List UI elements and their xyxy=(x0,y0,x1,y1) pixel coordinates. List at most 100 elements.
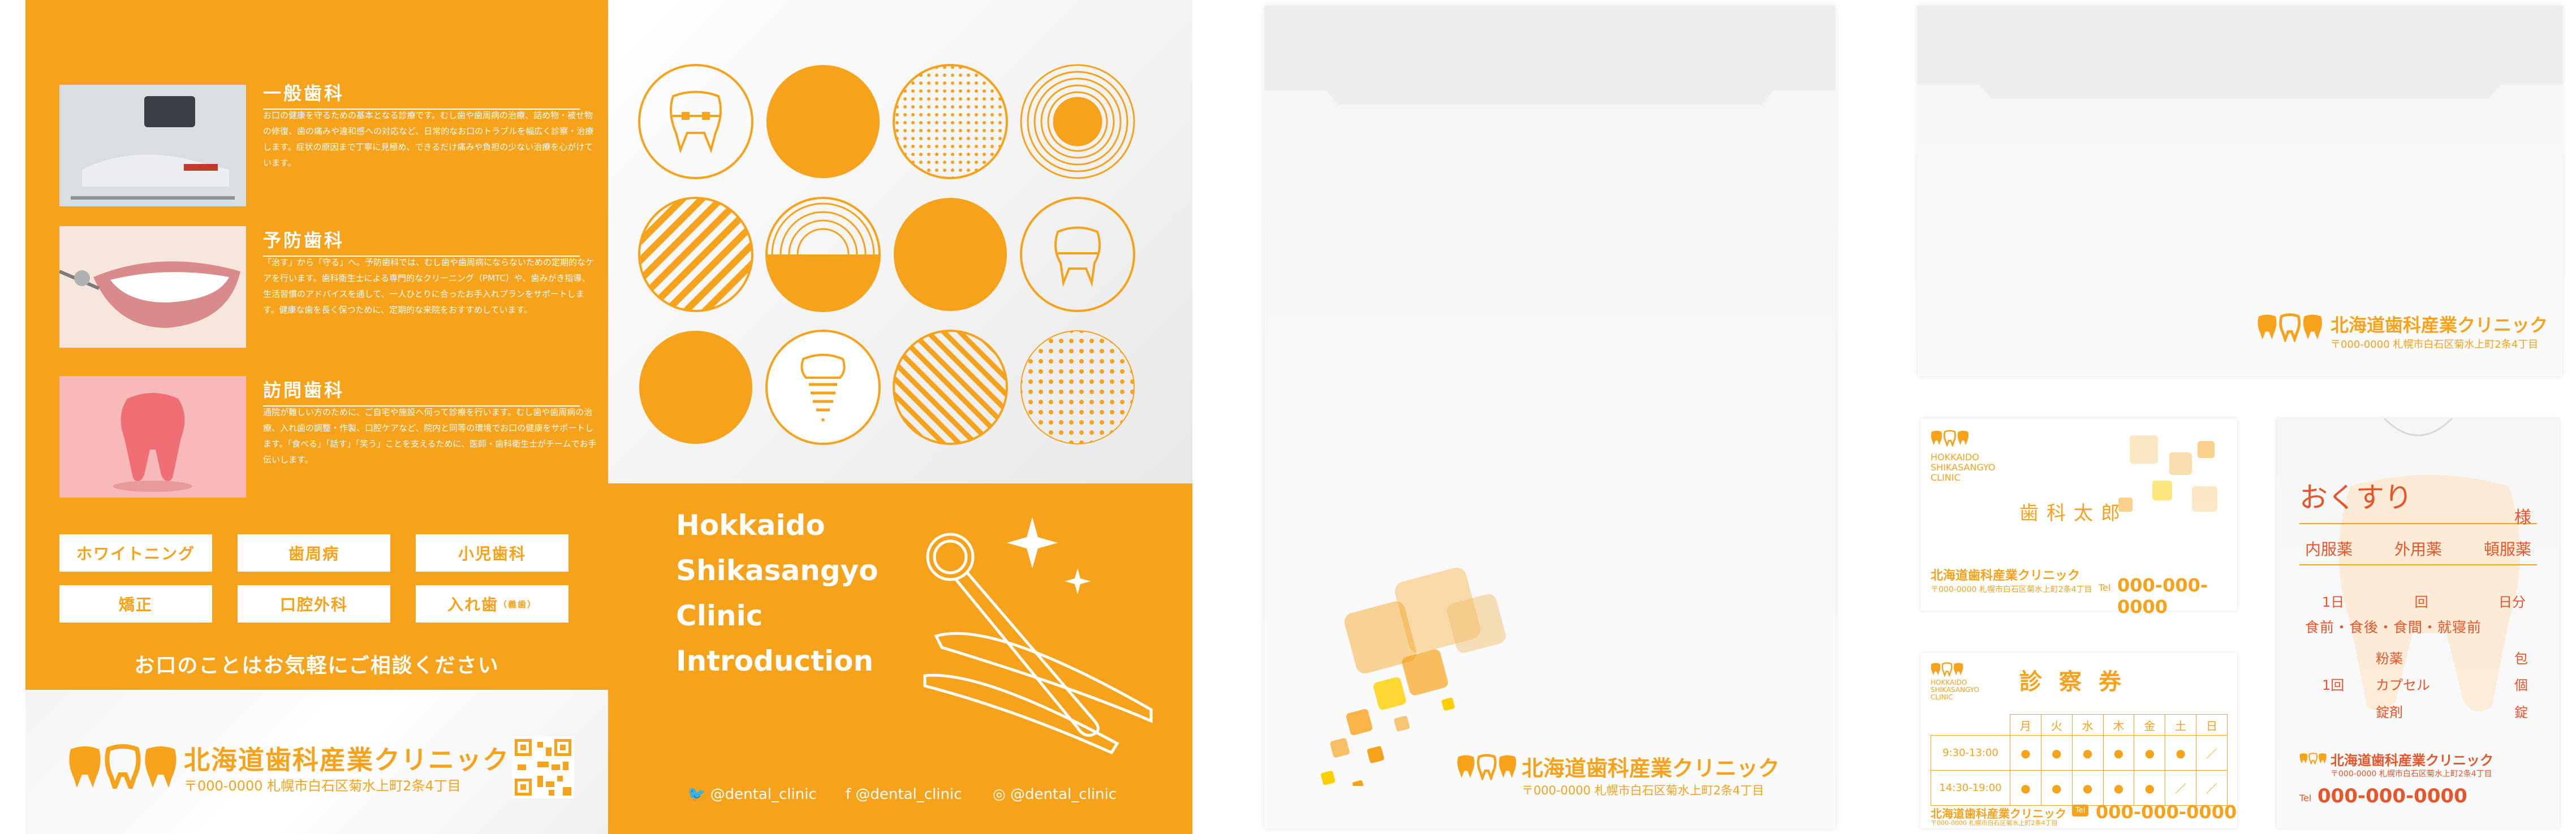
day-wed: 水 xyxy=(2071,714,2104,736)
tag-denture-label: 入れ歯 xyxy=(447,595,498,614)
type-internal[interactable]: 内服薬 xyxy=(2305,537,2353,560)
unit-capsule: 個 xyxy=(2514,677,2528,693)
times-label: 1回 xyxy=(2322,677,2345,693)
dose-times: 回 xyxy=(2414,594,2428,610)
intro-line-2: Shikasangyo xyxy=(676,554,878,587)
card-clinic-name: 北海道歯科産業クリニック xyxy=(1931,569,2080,583)
day-sat: 土 xyxy=(2165,714,2197,736)
tag-whitening: ホワイトニング xyxy=(59,534,212,572)
solid-circle-icon-3 xyxy=(639,331,752,444)
half-arcs-icon xyxy=(765,197,881,312)
tooth-model-photo xyxy=(59,376,246,498)
medicine-types: 内服薬 外用薬 頓服薬 xyxy=(2299,537,2537,560)
type-external[interactable]: 外用薬 xyxy=(2394,537,2442,560)
time-morning: 9:30-13:00 xyxy=(1931,735,2010,771)
teeth-logo-icon-2 xyxy=(1457,752,1519,783)
dotted-circle-icon-2 xyxy=(1020,330,1135,444)
large-envelope: 北海道歯科産業クリニック 〒000-0000 札幌市白石区菊水上町2条4丁目 xyxy=(1264,6,1836,828)
form-powder: 粉薬 xyxy=(2376,651,2403,667)
ticket-tel: 000-000-0000 xyxy=(2096,801,2237,823)
consult-message: お口のことはお気軽にご相談ください xyxy=(134,654,499,677)
ticket-header-row: 月 火 水 木 金 土 日 xyxy=(1931,714,2228,736)
mark: ● xyxy=(2040,735,2073,771)
mark: ● xyxy=(2134,735,2166,771)
tag-pediatric: 小児歯科 xyxy=(416,534,568,572)
clinic-name: 北海道歯科産業クリニック xyxy=(184,745,510,775)
clinic-address: 〒000-0000 札幌市白石区菊水上町2条4丁目 xyxy=(184,778,461,794)
bag-notch-icon xyxy=(2383,418,2453,437)
service-title-general: 一般歯科 xyxy=(263,79,580,110)
brochure: 一般歯科 お口の健康を守るための基本となる診療です。むし歯や歯周病の治療、詰め物… xyxy=(25,0,1192,834)
bag-clinic-name: 北海道歯科産業クリニック xyxy=(2331,753,2493,768)
card-brand-line-2: SHIKASANGYO xyxy=(1931,462,1996,473)
envelope-clinic-address: 〒000-0000 札幌市白石区菊水上町2条4丁目 xyxy=(1522,784,1764,797)
mark: ● xyxy=(2165,735,2197,771)
tag-orthodontic: 矯正 xyxy=(59,585,212,623)
intro-line-3: Clinic xyxy=(676,599,763,632)
ticket-teeth-logo-icon xyxy=(1931,661,1965,679)
bag-tel-label: Tel xyxy=(2299,793,2312,803)
dental-chair-photo xyxy=(59,85,246,206)
mark: ● xyxy=(2071,735,2104,771)
business-card: HOKKAIDO SHIKASANGYO CLINIC 歯科太郎 北海道歯科産業… xyxy=(1920,418,2237,617)
honorific: 様 xyxy=(2514,508,2531,528)
day-mon: 月 xyxy=(2010,714,2041,736)
social-twitter[interactable]: 🐦 @dental_clinic xyxy=(687,786,817,803)
social-facebook[interactable]: f @dental_clinic xyxy=(846,786,962,803)
card-squares-icon xyxy=(2118,435,2217,512)
medicine-title: おくすり xyxy=(2299,481,2413,514)
dose-days: 日分 xyxy=(2499,594,2526,610)
dotted-circle-icon xyxy=(893,64,1008,179)
instagram-icon: ◎ xyxy=(993,786,1010,803)
service-text-visit: 通院が難しい方のために、ご自宅や施設へ伺って診療を行います。むし歯や歯周病の治療… xyxy=(263,407,597,465)
card-teeth-logo-icon xyxy=(1931,429,1970,449)
mark: ● xyxy=(2010,770,2041,806)
brochure-footer: 北海道歯科産業クリニック 〒000-0000 札幌市白石区菊水上町2条4丁目 xyxy=(25,690,608,834)
types-line xyxy=(2299,564,2537,565)
mark: ● xyxy=(2134,770,2166,806)
tooth-braces-icon xyxy=(638,64,753,179)
time-afternoon: 14:30-19:00 xyxy=(1931,770,2010,806)
instagram-handle: @dental_clinic xyxy=(1010,786,1117,803)
mark: ● xyxy=(2103,735,2135,771)
qr-code-icon[interactable] xyxy=(512,736,574,798)
service-text-general: お口の健康を守るための基本となる診療です。むし歯や歯周病の治療、詰め物・被せ物の… xyxy=(263,110,594,168)
envelope-flap-icon-2 xyxy=(1918,6,2562,99)
medicine-bag: おくすり 様 内服薬 外用薬 頓服薬 1日 回 日分 食前・食後・食間・就寝前 … xyxy=(2277,418,2560,828)
day-fri: 金 xyxy=(2134,714,2166,736)
card-brand-en: HOKKAIDO SHIKASANGYO CLINIC xyxy=(1931,452,1996,483)
tag-denture-note: （義歯） xyxy=(498,599,537,610)
ticket-address: 〒000-0000 札幌市白石区菊水上町2条4丁目 xyxy=(1931,819,2058,827)
day-sun: 日 xyxy=(2196,714,2228,736)
service-title-preventive: 予防歯科 xyxy=(263,226,580,257)
card-brand-line-1: HOKKAIDO xyxy=(1931,452,1979,463)
social-instagram[interactable]: ◎ @dental_clinic xyxy=(993,786,1117,803)
mark: ／ xyxy=(2196,770,2228,806)
patient-name-line xyxy=(2299,523,2537,524)
teeth-logo-icon xyxy=(68,744,181,794)
day-tue: 火 xyxy=(2040,714,2073,736)
tag-denture: 入れ歯 （義歯） xyxy=(416,585,568,623)
card-tel-label: Tel xyxy=(2099,582,2111,593)
service-title-visit: 訪問歯科 xyxy=(263,376,580,407)
mark: ／ xyxy=(2196,735,2228,771)
ticket-brand-line-3: CLINIC xyxy=(1931,693,1953,701)
unit-tablet: 錠 xyxy=(2514,705,2528,720)
intro-line-1: Hokkaido xyxy=(676,509,825,542)
ticket-row-morning: 9:30-13:00 ● ● ● ● ● ● ／ xyxy=(1931,735,2228,771)
solid-circle-icon xyxy=(766,65,880,178)
facebook-icon: f xyxy=(846,786,856,803)
long-envelope: 北海道歯科産業クリニック 〒000-0000 札幌市白石区菊水上町2条4丁目 xyxy=(1918,6,2562,376)
ticket-schedule-table: 月 火 水 木 金 土 日 9:30-13:00 ● ● ● ● ● ● ／ 1… xyxy=(1931,714,2228,806)
card-address: 〒000-0000 札幌市白石区菊水上町2条4丁目 xyxy=(1931,585,2092,594)
type-asneeded[interactable]: 頓服薬 xyxy=(2484,537,2531,560)
twitter-handle: @dental_clinic xyxy=(710,786,817,803)
ticket-tel-label: Tel xyxy=(2072,805,2089,816)
dose-timing: 食前・食後・食間・就寝前 xyxy=(2305,619,2482,636)
form-tablet: 錠剤 xyxy=(2376,705,2403,720)
tag-periodontal: 歯周病 xyxy=(238,534,390,572)
bag-address: 〒000-0000 札幌市白石区菊水上町2条4丁目 xyxy=(2331,770,2492,779)
mark: ● xyxy=(2040,770,2073,806)
tag-oral-surgery: 口腔外科 xyxy=(238,585,390,623)
card-tel: 000-000-0000 xyxy=(2117,574,2208,617)
